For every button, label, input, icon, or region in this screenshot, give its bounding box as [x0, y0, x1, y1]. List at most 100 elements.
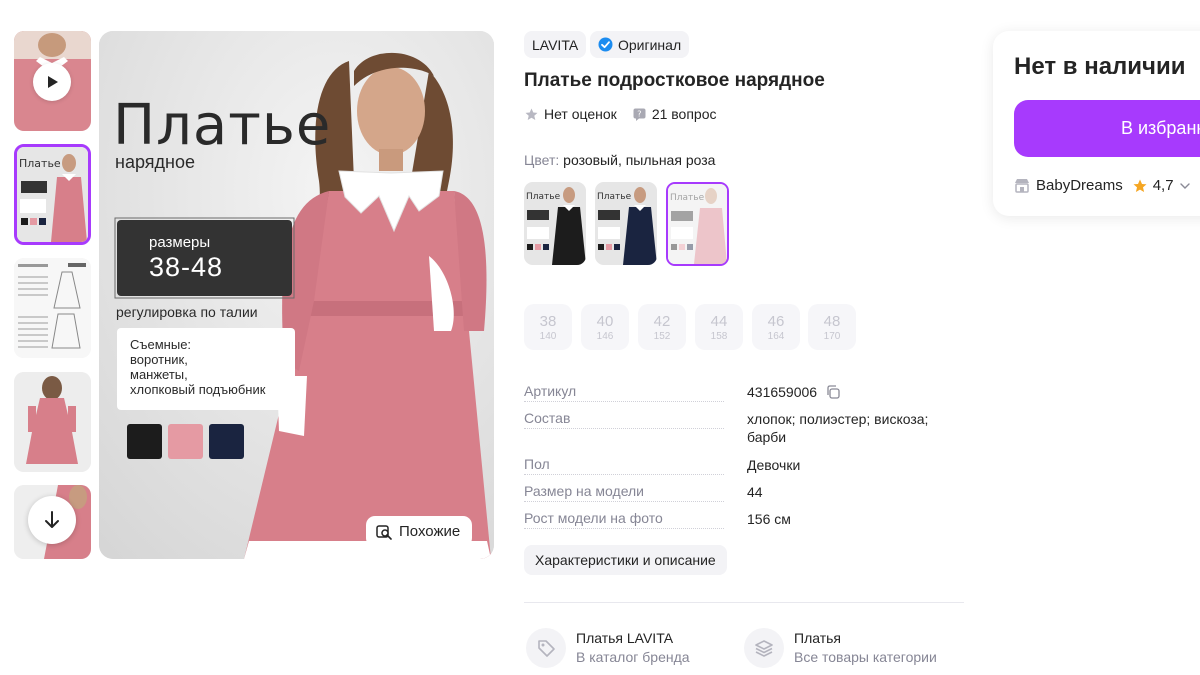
- thumbnail-cover[interactable]: Платье: [14, 144, 91, 245]
- removable-line: хлопковый подъюбник: [130, 382, 266, 397]
- star-icon: [1133, 179, 1147, 192]
- play-icon: [48, 76, 58, 88]
- color-line: Цвет: розовый, пыльная роза: [524, 152, 715, 168]
- removable-line: манжеты,: [130, 367, 188, 382]
- size-value: 38: [539, 312, 557, 330]
- spec-key-text: Пол: [524, 456, 554, 472]
- spec-key-text: Рост модели на фото: [524, 510, 667, 526]
- product-title: Платье подростковое нарядное: [524, 70, 825, 91]
- favorites-label: В избранное: [1121, 118, 1200, 138]
- category-link[interactable]: Платья Все товары категории: [744, 628, 937, 668]
- add-to-favorites-button[interactable]: В избранное: [1014, 100, 1200, 157]
- size-value: 46: [767, 312, 785, 330]
- photo-swatch-black: [127, 424, 162, 459]
- brand-chip[interactable]: LAVITA: [524, 31, 587, 58]
- spec-key-text: Артикул: [524, 383, 581, 399]
- questions-text[interactable]: 21 вопрос: [652, 106, 717, 122]
- thumbnail-size-chart-image: [14, 258, 91, 358]
- rating-text[interactable]: Нет оценок: [544, 106, 617, 122]
- svg-text:Платье: Платье: [597, 192, 632, 202]
- spec-value: 44: [747, 484, 763, 500]
- svg-text:Платье: Платье: [19, 157, 61, 170]
- color-variant-navy[interactable]: Платье: [595, 182, 657, 265]
- thumbnail-size-chart[interactable]: [14, 258, 91, 358]
- search-similar-icon: [376, 524, 392, 540]
- copy-icon[interactable]: [826, 385, 840, 399]
- size-height: 158: [710, 330, 728, 342]
- article-number: 431659006: [747, 384, 818, 400]
- similar-button[interactable]: Похожие: [366, 516, 473, 547]
- photo-sizes-box: размеры 38-48: [117, 220, 292, 296]
- size-height: 140: [539, 330, 557, 342]
- spec-value: 156 см: [747, 511, 791, 527]
- svg-text:Платье: Платье: [526, 192, 561, 202]
- thumbnail-cover-image: Платье: [17, 147, 88, 242]
- play-button[interactable]: [33, 63, 71, 101]
- size-value: 48: [823, 312, 841, 330]
- rating-row: Нет оценок ? 21 вопрос: [525, 106, 717, 122]
- color-label: Цвет:: [524, 152, 560, 168]
- size-value: 40: [596, 312, 614, 330]
- spec-key: Размер на модели: [524, 483, 724, 502]
- original-label: Оригинал: [618, 36, 682, 53]
- main-product-image[interactable]: Платье нарядное размеры 38-48 регулировк…: [99, 31, 494, 559]
- thumbnail-video[interactable]: [14, 31, 91, 131]
- verified-check-icon: [598, 37, 613, 52]
- spec-key: Состав: [524, 410, 724, 429]
- size-height: 152: [653, 330, 671, 342]
- color-variant-pink[interactable]: Платье: [666, 182, 729, 266]
- link-subtitle: Все товары категории: [794, 649, 937, 665]
- variant-selected-overlay: [668, 184, 727, 264]
- details-button[interactable]: Характеристики и описание: [524, 545, 727, 575]
- spec-key-text: Размер на модели: [524, 483, 648, 499]
- removable-line: воротник,: [130, 352, 188, 367]
- photo-removable-box: Съемные: воротник, манжеты, хлопковый по…: [117, 328, 295, 410]
- photo-title: Платье: [113, 93, 332, 158]
- size-option[interactable]: 44 158: [695, 304, 743, 350]
- shop-icon: [1015, 179, 1029, 193]
- spec-key: Пол: [524, 456, 724, 475]
- link-title: Платья: [794, 630, 841, 646]
- question-icon: ?: [633, 108, 646, 121]
- svg-text:?: ?: [637, 109, 641, 118]
- similar-label: Похожие: [399, 523, 461, 540]
- removable-line: Съемные:: [130, 337, 192, 352]
- photo-sizes-caption: размеры: [149, 234, 211, 251]
- size-height: 164: [767, 330, 785, 342]
- link-subtitle: В каталог бренда: [576, 649, 690, 665]
- layers-icon: [744, 628, 784, 668]
- size-option[interactable]: 42 152: [638, 304, 686, 350]
- size-option[interactable]: 40 146: [581, 304, 629, 350]
- variant-navy-image: Платье: [595, 182, 657, 265]
- seller-row[interactable]: BabyDreams 4,7: [1014, 177, 1190, 194]
- link-title: Платья LAVITA: [576, 630, 674, 646]
- size-value: 42: [653, 312, 671, 330]
- star-icon: [525, 108, 538, 120]
- arrow-down-icon: [45, 511, 59, 528]
- thumbnail-back-view-image: [14, 372, 91, 472]
- tag-icon: [526, 628, 566, 668]
- photo-waist-text: регулировка по талии: [116, 304, 258, 320]
- brand-catalog-link[interactable]: Платья LAVITA В каталог бренда: [526, 628, 690, 668]
- divider: [524, 602, 964, 603]
- size-option[interactable]: 46 164: [752, 304, 800, 350]
- original-badge[interactable]: Оригинал: [590, 31, 690, 58]
- size-height: 170: [823, 330, 841, 342]
- photo-swatch-pink: [168, 424, 203, 459]
- chevron-down-icon: [1179, 182, 1190, 189]
- color-variant-black[interactable]: Платье: [524, 182, 586, 265]
- size-option[interactable]: 48 170: [808, 304, 856, 350]
- photo-sizes-value: 38-48: [149, 252, 224, 282]
- variant-black-image: Платье: [524, 182, 586, 265]
- color-value: розовый, пыльная роза: [563, 152, 716, 168]
- size-value: 44: [710, 312, 728, 330]
- spec-value: хлопок; полиэстер; вискоза; барби: [747, 411, 929, 445]
- spec-key-text: Состав: [524, 410, 575, 426]
- availability-status: Нет в наличии: [1014, 53, 1186, 80]
- scroll-down-button[interactable]: [28, 496, 76, 544]
- thumbnail-back-view[interactable]: [14, 372, 91, 472]
- purchase-card: Нет в наличии В избранное BabyDreams 4,7: [993, 31, 1200, 216]
- brand-name: LAVITA: [532, 36, 579, 53]
- spec-key: Рост модели на фото: [524, 510, 724, 529]
- size-option[interactable]: 38 140: [524, 304, 572, 350]
